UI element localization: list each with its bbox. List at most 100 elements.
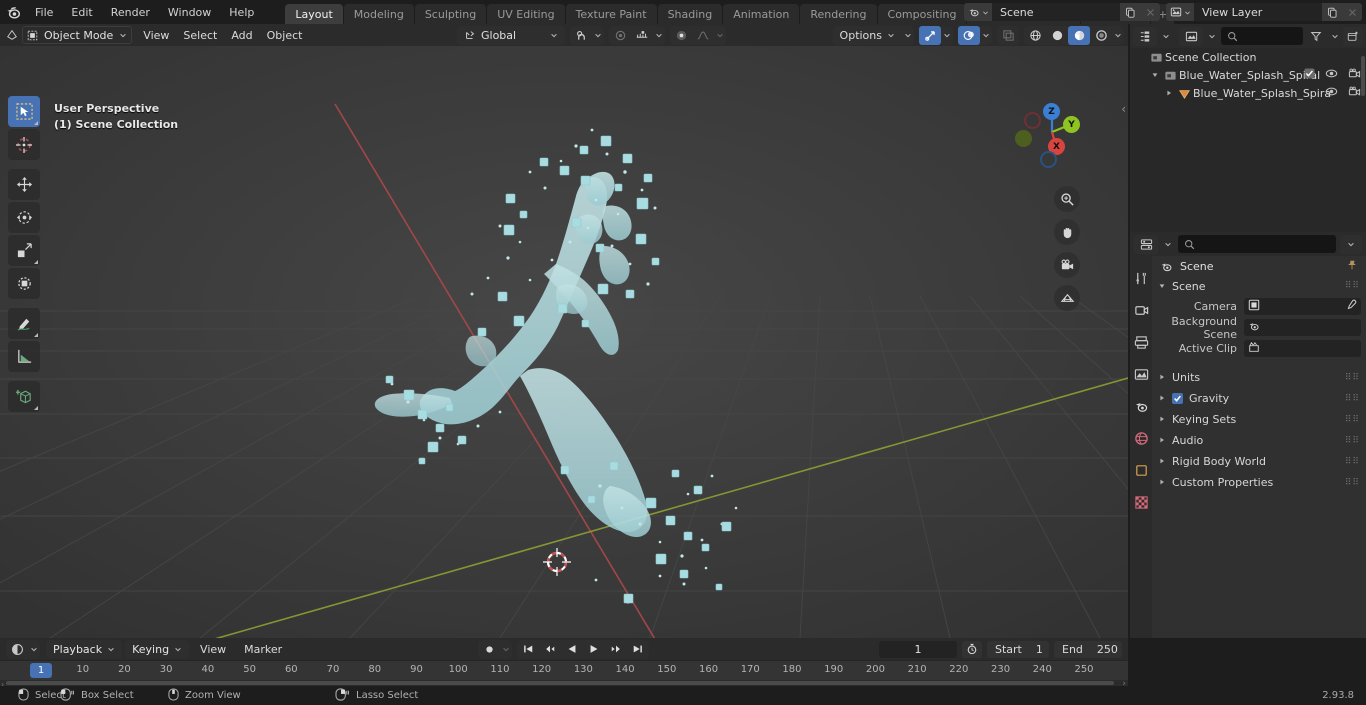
outliner-row[interactable]: Blue_Water_Splash_Spiral — [1130, 66, 1366, 84]
expand-triangle-right-icon[interactable] — [1158, 455, 1166, 468]
gizmo-axis-y[interactable]: Y — [1063, 116, 1080, 133]
editor-type-icon[interactable] — [6, 29, 18, 41]
add-cube-tool[interactable] — [8, 381, 40, 412]
transform-tool[interactable] — [8, 268, 40, 299]
frame-start-field[interactable]: Start 1 — [987, 640, 1049, 658]
jump-end-icon[interactable] — [627, 640, 649, 659]
property-field-camera[interactable] — [1244, 298, 1361, 315]
panel-drag-dots-icon[interactable]: ⠿⠿ — [1345, 457, 1360, 467]
snap-increments-icon[interactable] — [631, 26, 653, 45]
outliner-editor[interactable]: Scene Collection Blue_Water_Splash_Spiral… — [1130, 24, 1366, 232]
workspace-tab-texture-paint[interactable]: Texture Paint — [565, 4, 657, 24]
falloff-curve-icon[interactable] — [692, 26, 714, 45]
show-gizmo-icon[interactable] — [919, 25, 941, 45]
shading-rendered-icon[interactable] — [1090, 26, 1112, 45]
zoom-icon[interactable] — [1054, 186, 1080, 212]
outliner-editor-type-icon[interactable] — [1133, 26, 1157, 46]
next-keyframe-icon[interactable] — [605, 640, 627, 659]
measure-tool[interactable] — [8, 341, 40, 372]
properties-type-dropdown[interactable] — [1162, 235, 1174, 254]
object-mode-selector[interactable]: Object Mode — [22, 26, 133, 44]
play-reverse-icon[interactable] — [561, 640, 583, 659]
toggle-xray-icon[interactable] — [997, 26, 1019, 45]
play-icon[interactable] — [583, 640, 605, 659]
viewport-menu-select[interactable]: Select — [176, 26, 224, 44]
outliner-search-input[interactable] — [1221, 27, 1303, 45]
object-tab[interactable] — [1131, 460, 1151, 480]
pin-icon[interactable] — [1346, 259, 1358, 274]
grid-icon[interactable] — [1054, 285, 1080, 311]
tool-tab[interactable] — [1131, 268, 1151, 288]
shading-wireframe-icon[interactable] — [1024, 26, 1046, 45]
timeline-menu-view[interactable]: View — [193, 640, 233, 658]
panel-drag-dots-icon[interactable]: ⠿⠿ — [1345, 478, 1360, 488]
viewport-menu-add[interactable]: Add — [224, 26, 259, 44]
options-button[interactable]: Options — [833, 26, 902, 45]
viewport-menu-object[interactable]: Object — [260, 26, 310, 44]
accordion-custom-properties[interactable]: Custom Properties ⠿⠿ — [1152, 472, 1366, 493]
hide-in-viewport-icon[interactable] — [1325, 68, 1338, 82]
exclude-checkbox[interactable] — [1304, 68, 1315, 82]
new-scene-button[interactable] — [1120, 3, 1140, 21]
new-viewlayer-button[interactable] — [1322, 3, 1342, 21]
gizmo-axis-neg-x[interactable] — [1024, 112, 1041, 129]
move-tool[interactable] — [8, 169, 40, 200]
enable-checkbox[interactable] — [1172, 393, 1183, 404]
outliner-row[interactable]: Blue_Water_Splash_Spira — [1130, 84, 1366, 102]
outliner-new-collection-icon[interactable] — [1343, 26, 1363, 46]
output-tab[interactable] — [1131, 332, 1151, 352]
properties-editor[interactable]: Scene Scene ⠿⠿ Camera Background Scene Act… — [1130, 232, 1366, 638]
snap-increments-dropdown[interactable] — [653, 26, 665, 45]
timeline-editor-type-selector[interactable] — [6, 639, 40, 659]
panel-drag-dots-icon[interactable]: ⠿⠿ — [1345, 436, 1360, 446]
hand-icon[interactable] — [1054, 219, 1080, 245]
falloff-dropdown[interactable] — [714, 26, 726, 45]
panel-drag-dots-icon[interactable]: ⠿⠿ — [1345, 415, 1360, 425]
workspace-tab-layout[interactable]: Layout — [285, 4, 343, 24]
auto-keying-icon[interactable] — [478, 640, 500, 659]
timeline-horizontal-scrollbar[interactable] — [6, 681, 1114, 685]
delete-scene-button[interactable] — [1140, 3, 1160, 21]
property-field-background-scene[interactable] — [1244, 319, 1361, 336]
delete-viewlayer-button[interactable] — [1342, 3, 1362, 21]
shading-dropdown[interactable] — [1112, 26, 1124, 45]
workspace-tab-uv-editing[interactable]: UV Editing — [487, 4, 565, 24]
properties-editor-type-icon[interactable] — [1134, 234, 1158, 254]
accordion-rigid-body-world[interactable]: Rigid Body World ⠿⠿ — [1152, 451, 1366, 472]
proportional-edit-icon[interactable] — [609, 26, 631, 45]
viewport-3d[interactable]: Object Mode View Select Add Object Global — [0, 24, 1128, 638]
workspace-tab-modeling[interactable]: Modeling — [343, 4, 414, 24]
timeline-ruler[interactable]: 10 20 30 40 50 60 70 80 90 100 110 120 130 140 150 160 1… — [0, 660, 1128, 680]
expand-triangle-right-icon[interactable] — [1158, 434, 1166, 447]
expand-triangle-right-icon[interactable] — [1162, 89, 1175, 97]
properties-search-input[interactable] — [1178, 235, 1336, 253]
show-overlays-icon[interactable] — [958, 25, 980, 45]
viewlayer-tab[interactable] — [1131, 364, 1151, 384]
auto-keying-dropdown[interactable] — [500, 640, 512, 659]
workspace-tab-sculpting[interactable]: Sculpting — [414, 4, 487, 24]
expand-triangle-right-icon[interactable] — [1158, 476, 1166, 489]
accordion-keying-sets[interactable]: Keying Sets ⠿⠿ — [1152, 409, 1366, 430]
viewport-menu-view[interactable]: View — [136, 26, 176, 44]
workspace-tab-shading[interactable]: Shading — [657, 4, 723, 24]
world-tab[interactable] — [1131, 428, 1151, 448]
scene-datablock[interactable]: Scene — [964, 3, 1160, 21]
texture-tab[interactable] — [1131, 492, 1151, 512]
prev-keyframe-icon[interactable] — [539, 640, 561, 659]
outliner-display-dropdown[interactable] — [1206, 27, 1218, 46]
scene-icon[interactable] — [964, 3, 992, 21]
overlays-dropdown[interactable] — [980, 26, 992, 45]
shading-material-preview-icon[interactable] — [1068, 25, 1090, 45]
gizmo-axis-neg-y[interactable] — [1015, 130, 1032, 147]
snap-dropdown[interactable] — [592, 26, 604, 45]
expand-triangle-right-icon[interactable] — [1158, 392, 1166, 405]
eyedropper-icon[interactable] — [1345, 299, 1357, 314]
scale-tool[interactable] — [8, 235, 40, 266]
gizmo-axis-z[interactable]: Z — [1043, 103, 1060, 120]
outliner-row[interactable]: Scene Collection — [1130, 48, 1366, 66]
workspace-tab-animation[interactable]: Animation — [723, 4, 800, 24]
hide-in-viewport-icon[interactable] — [1325, 86, 1338, 100]
gizmo-axis-neg-z[interactable] — [1040, 151, 1057, 168]
tweak-select-tool[interactable] — [8, 96, 40, 127]
expand-triangle-right-icon[interactable] — [1158, 371, 1166, 384]
